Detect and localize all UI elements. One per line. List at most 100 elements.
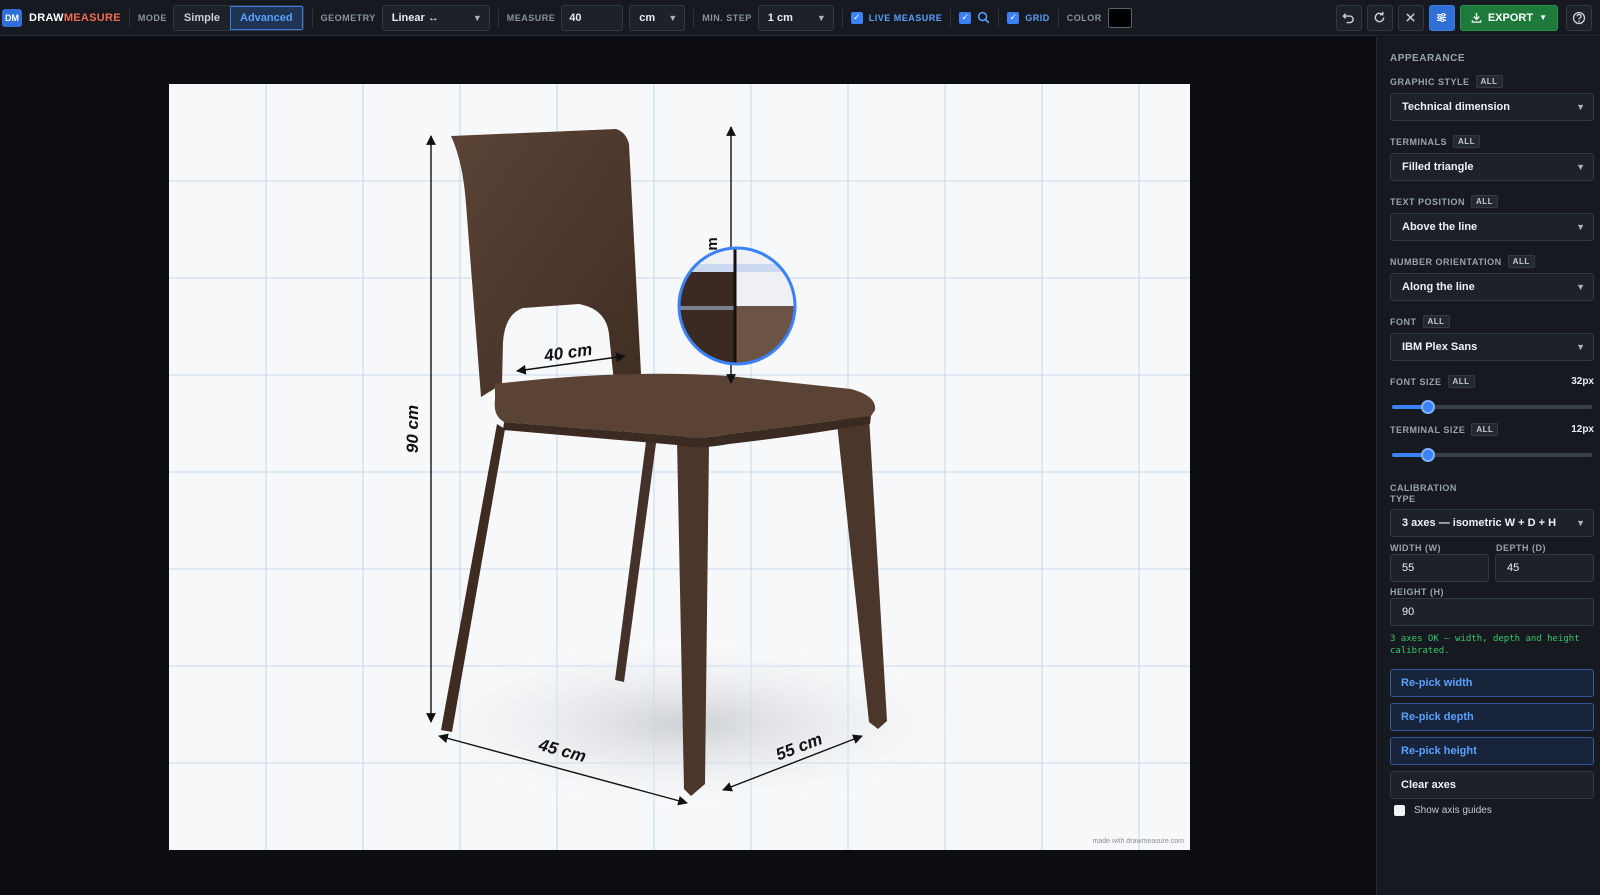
measure-input[interactable]: 40 xyxy=(561,4,624,31)
toolbar-divider xyxy=(693,8,695,27)
all-button[interactable]: ALL xyxy=(1453,135,1481,148)
all-button[interactable]: ALL xyxy=(1507,255,1535,268)
chevron-down-icon: ▼ xyxy=(1576,102,1585,112)
font-size-label-text: FONT SIZE xyxy=(1390,376,1442,387)
text-position-label: TEXT POSITION ALL xyxy=(1390,195,1499,208)
all-button[interactable]: ALL xyxy=(1471,423,1499,436)
font-size-label: FONT SIZE ALL xyxy=(1390,375,1475,388)
chevron-down-icon: ▼ xyxy=(668,12,678,23)
chevron-down-icon: ▼ xyxy=(816,12,826,23)
magnifier-checkbox[interactable]: ✓ xyxy=(959,11,972,24)
unit-value: cm xyxy=(639,11,656,24)
help-button[interactable] xyxy=(1566,4,1592,31)
terminals-label: TERMINALS ALL xyxy=(1390,135,1481,148)
terminal-size-slider[interactable] xyxy=(1392,448,1592,462)
settings-panel-button[interactable] xyxy=(1428,4,1455,31)
graphic-style-value: Technical dimension xyxy=(1402,101,1510,113)
graphic-style-label-text: GRAPHIC STYLE xyxy=(1390,76,1470,87)
live-measure-checkbox[interactable]: ✓ xyxy=(850,11,863,24)
clear-button[interactable] xyxy=(1397,4,1424,31)
toolbar-divider xyxy=(128,8,130,27)
graphic-style-select[interactable]: Technical dimension ▼ xyxy=(1390,93,1594,121)
font-select[interactable]: IBM Plex Sans ▼ xyxy=(1390,333,1594,361)
grid-label: GRID xyxy=(1025,12,1050,23)
all-button[interactable]: ALL xyxy=(1475,75,1503,88)
chevron-down-icon: ▼ xyxy=(1576,162,1585,172)
chevron-down-icon: ▼ xyxy=(1576,222,1585,232)
help-icon xyxy=(1572,11,1586,24)
all-button[interactable]: ALL xyxy=(1471,195,1499,208)
refresh-icon xyxy=(1374,11,1385,23)
font-size-slider[interactable] xyxy=(1392,400,1592,414)
depth-input[interactable]: 45 xyxy=(1495,554,1594,582)
undo-icon xyxy=(1342,13,1355,24)
toolbar-divider xyxy=(998,8,1000,27)
unit-select[interactable]: cm ▼ xyxy=(629,4,686,31)
number-orientation-label-text: NUMBER ORIENTATION xyxy=(1390,256,1502,267)
show-axis-guides-label: Show axis guides xyxy=(1414,805,1492,816)
color-swatch[interactable] xyxy=(1107,7,1132,28)
terminals-select[interactable]: Filled triangle ▼ xyxy=(1390,153,1594,181)
slider-thumb[interactable] xyxy=(1421,400,1435,414)
min-step-label: MIN. STEP xyxy=(702,12,752,23)
color-label: COLOR xyxy=(1066,12,1102,23)
font-value: IBM Plex Sans xyxy=(1402,341,1478,353)
font-label-text: FONT xyxy=(1390,316,1417,327)
terminal-size-value: 12px xyxy=(1571,424,1594,435)
dimension-label-height: 90 cm xyxy=(403,405,422,453)
text-position-label-text: TEXT POSITION xyxy=(1390,196,1466,207)
toolbar-divider xyxy=(311,8,313,27)
mode-simple-button[interactable]: Simple xyxy=(173,5,230,30)
show-axis-guides-checkbox[interactable] xyxy=(1394,805,1405,816)
calibration-type-select[interactable]: 3 axes — isometric W + D + H ▼ xyxy=(1390,509,1594,537)
number-orientation-label: NUMBER ORIENTATION ALL xyxy=(1390,255,1535,268)
min-step-value: 1 cm xyxy=(767,11,793,24)
chevron-down-icon: ▼ xyxy=(1576,518,1585,528)
repick-height-button[interactable]: Re-pick height xyxy=(1390,737,1594,765)
download-icon xyxy=(1471,12,1482,23)
toolbar-divider xyxy=(841,8,843,27)
all-button[interactable]: ALL xyxy=(1447,375,1475,388)
canvas-stage: 90 cm 40 cm 45 cm 55 cm m made with draw… xyxy=(0,37,1376,895)
appearance-panel: APPEARANCE GRAPHIC STYLE ALL Technical di… xyxy=(1376,37,1600,895)
width-label: WIDTH (W) xyxy=(1390,543,1441,553)
terminal-size-label-text: TERMINAL SIZE xyxy=(1390,424,1466,435)
calibration-type-value: 3 axes — isometric W + D + H xyxy=(1402,517,1557,529)
drawing-svg: 90 cm 40 cm 45 cm 55 cm m xyxy=(169,84,1190,850)
min-step-select[interactable]: 1 cm ▼ xyxy=(757,4,834,31)
show-axis-guides-option[interactable]: Show axis guides xyxy=(1394,805,1492,816)
grid-checkbox[interactable]: ✓ xyxy=(1007,11,1020,24)
clear-axes-button[interactable]: Clear axes xyxy=(1390,771,1594,799)
export-button[interactable]: EXPORT ▼ xyxy=(1459,4,1558,31)
geometry-value: Linear ↔ xyxy=(391,11,439,24)
height-label: HEIGHT (H) xyxy=(1390,587,1444,597)
font-size-value: 32px xyxy=(1571,376,1594,387)
height-input[interactable]: 90 xyxy=(1390,598,1594,626)
repick-depth-button[interactable]: Re-pick depth xyxy=(1390,703,1594,731)
text-position-value: Above the line xyxy=(1402,221,1478,233)
slider-thumb[interactable] xyxy=(1421,448,1435,462)
geometry-select[interactable]: Linear ↔ ▼ xyxy=(381,4,490,31)
close-icon xyxy=(1406,13,1416,22)
chevron-down-icon: ▼ xyxy=(1576,282,1585,292)
calibration-status-message: 3 axes OK — width, depth and height cali… xyxy=(1390,634,1580,656)
repick-width-button[interactable]: Re-pick width xyxy=(1390,669,1594,697)
mode-advanced-button[interactable]: Advanced xyxy=(230,5,303,30)
app-name-part1: DRAW xyxy=(29,11,64,24)
toolbar-divider xyxy=(1057,8,1059,27)
magnifier-search-icon[interactable] xyxy=(977,11,990,24)
app-logo: DM DRAWMEASURE xyxy=(0,0,121,36)
all-button[interactable]: ALL xyxy=(1422,315,1450,328)
chevron-down-icon: ▼ xyxy=(1539,13,1547,22)
export-label: EXPORT xyxy=(1487,11,1534,24)
number-orientation-select[interactable]: Along the line ▼ xyxy=(1390,273,1594,301)
logo-badge: DM xyxy=(2,8,22,27)
text-position-select[interactable]: Above the line ▼ xyxy=(1390,213,1594,241)
reset-button[interactable] xyxy=(1366,4,1393,31)
panel-title: APPEARANCE xyxy=(1390,53,1466,64)
mode-toggle: Simple Advanced xyxy=(172,4,304,31)
width-input[interactable]: 55 xyxy=(1390,554,1489,582)
drawing-canvas[interactable]: 90 cm 40 cm 45 cm 55 cm m made with draw… xyxy=(169,84,1190,850)
undo-button[interactable] xyxy=(1335,4,1362,31)
magnifier-label: m xyxy=(704,237,721,250)
